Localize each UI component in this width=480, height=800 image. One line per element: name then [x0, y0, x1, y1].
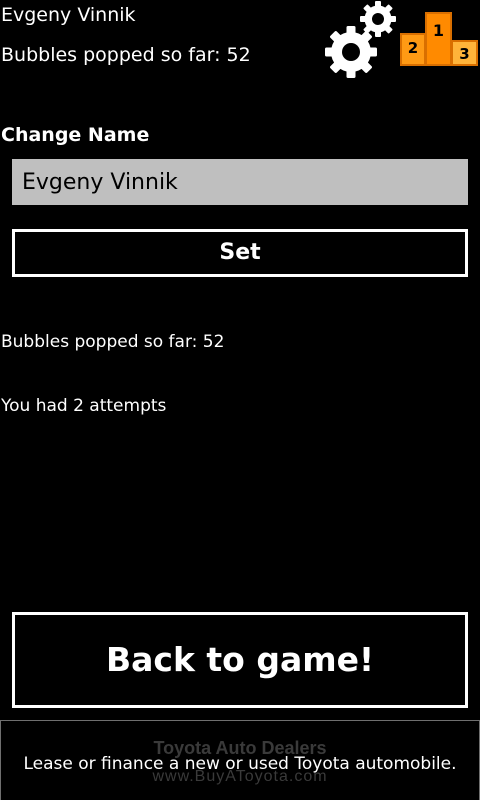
- gears-icon: [324, 0, 400, 80]
- bubbles-popped-stat: Bubbles popped so far: 52: [1, 332, 225, 352]
- set-button[interactable]: Set: [12, 229, 468, 277]
- player-name: Evgeny Vinnik: [1, 4, 136, 26]
- change-name-heading: Change Name: [1, 124, 150, 146]
- name-input[interactable]: [12, 159, 468, 205]
- leaderboard-button[interactable]: 2 1 3: [400, 12, 478, 66]
- podium-third-place: 3: [451, 40, 478, 66]
- back-to-game-button[interactable]: Back to game!: [12, 612, 468, 708]
- header-bubbles-popped: Bubbles popped so far: 52: [1, 44, 251, 66]
- ad-banner[interactable]: Toyota Auto Dealers www.BuyAToyota.com L…: [0, 720, 480, 800]
- podium-first-place: 1: [425, 12, 452, 66]
- attempts-stat: You had 2 attempts: [1, 396, 167, 416]
- podium-first-label: 1: [432, 21, 445, 40]
- settings-button[interactable]: [324, 0, 400, 80]
- ad-body-text: Lease or finance a new or used Toyota au…: [23, 754, 457, 774]
- podium-second-place: 2: [400, 33, 426, 66]
